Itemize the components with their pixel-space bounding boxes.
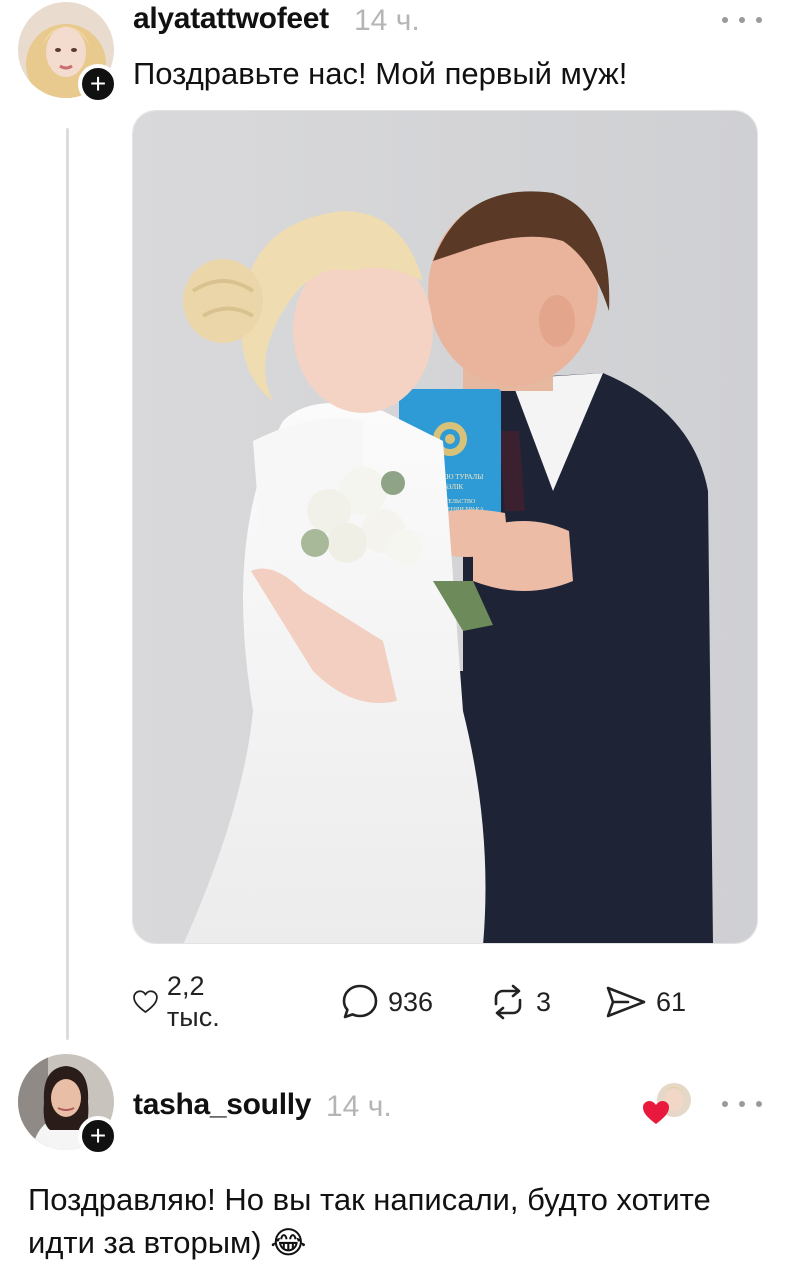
comment-count: 936 (388, 986, 434, 1017)
follow-plus-icon: + (89, 68, 107, 99)
follow-author-button[interactable]: + (78, 64, 118, 104)
reply-author-username[interactable]: tasha_soully (133, 1088, 311, 1122)
reply-more-icon[interactable] (722, 1094, 762, 1114)
reply-text: Поздравляю! Но вы так написали, будто хо… (28, 1182, 711, 1260)
post-more-icon[interactable] (722, 10, 762, 30)
like-count: 2,2 тыс. (166, 971, 220, 1032)
repost-count: 3 (536, 986, 552, 1017)
liked-by-author-icon (640, 1080, 694, 1128)
heart-icon (133, 990, 158, 1013)
repost-icon (494, 984, 522, 1020)
thread-line (66, 128, 69, 1040)
comment-icon (342, 984, 378, 1019)
post-author-username[interactable]: alyatattwofeet (133, 2, 329, 36)
post-photo[interactable]: НЕКЕ ҚИЮ ТУРАЛЫ КУӘЛІК СВИДЕТЕЛЬСТВО О З… (132, 110, 758, 944)
repost-button[interactable]: 3 (488, 980, 551, 1024)
follow-reply-author-button[interactable]: + (78, 1116, 118, 1156)
send-icon (606, 986, 646, 1018)
reply-timestamp: 14 ч. (326, 1090, 392, 1123)
post-text: Поздравьте нас! Мой первый муж! (133, 56, 628, 91)
post-timestamp: 14 ч. (354, 4, 420, 37)
share-count: 61 (656, 986, 687, 1017)
comment-button[interactable]: 936 (340, 980, 433, 1024)
follow-plus-icon: + (89, 1120, 107, 1151)
like-button[interactable]: 2,2 тыс. (132, 971, 233, 1032)
share-button[interactable]: 61 (604, 980, 686, 1024)
